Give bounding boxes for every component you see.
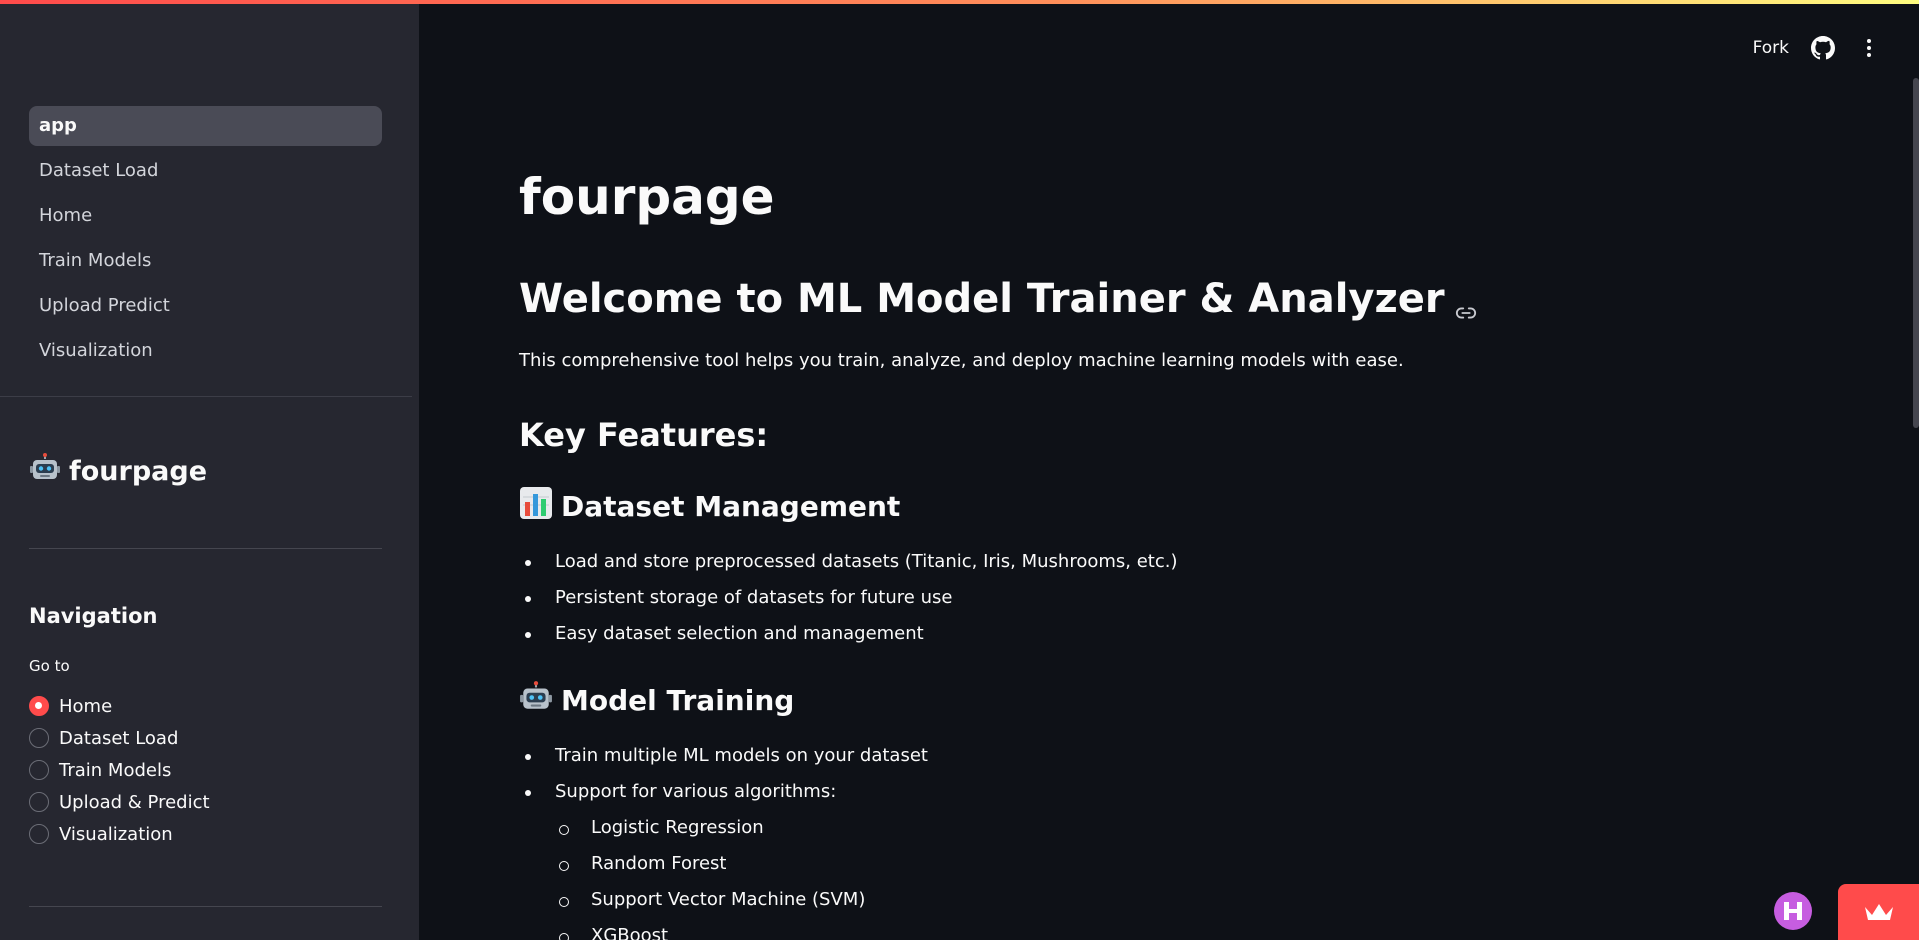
navigation-radio-group: Home Dataset Load Train Models Upload & … bbox=[29, 690, 210, 850]
radio-button[interactable] bbox=[29, 696, 49, 716]
radio-button[interactable] bbox=[29, 760, 49, 780]
page-nav-item-app[interactable]: app bbox=[29, 106, 382, 146]
main-scrollbar[interactable] bbox=[1913, 78, 1919, 428]
list-item: Easy dataset selection and management bbox=[519, 616, 1178, 652]
sidebar-title-text: fourpage bbox=[69, 456, 208, 487]
dataset-management-title: Dataset Management bbox=[561, 490, 901, 523]
welcome-heading: Welcome to ML Model Trainer & Analyzer bbox=[519, 276, 1477, 322]
radio-option-visualization[interactable]: Visualization bbox=[29, 818, 210, 850]
fork-button[interactable]: Fork bbox=[1753, 38, 1789, 58]
list-item: Train multiple ML models on your dataset bbox=[519, 738, 928, 774]
radio-button[interactable] bbox=[29, 728, 49, 748]
radio-button[interactable] bbox=[29, 792, 49, 812]
page-title: fourpage bbox=[519, 168, 775, 226]
github-icon[interactable] bbox=[1811, 36, 1835, 60]
welcome-heading-text: Welcome to ML Model Trainer & Analyzer bbox=[519, 276, 1445, 322]
algorithm-list-item: Logistic Regression bbox=[519, 810, 928, 846]
anchor-link-icon[interactable] bbox=[1455, 288, 1477, 319]
model-training-heading: Model Training bbox=[519, 680, 794, 721]
algorithm-list-item: XGBoost bbox=[519, 918, 928, 940]
radio-option-home[interactable]: Home bbox=[29, 690, 210, 722]
page-navigation: app Dataset Load Home Train Models Uploa… bbox=[29, 106, 382, 376]
top-decoration-stripe bbox=[0, 0, 1919, 4]
algorithm-list-item: Support Vector Machine (SVM) bbox=[519, 882, 928, 918]
robot-icon bbox=[29, 452, 61, 491]
bar-chart-icon bbox=[519, 486, 553, 527]
page-nav-item-home[interactable]: Home bbox=[29, 196, 382, 236]
algorithm-list-item: Random Forest bbox=[519, 846, 928, 882]
dataset-management-heading: Dataset Management bbox=[519, 486, 900, 527]
list-item: Load and store preprocessed datasets (Ti… bbox=[519, 544, 1178, 580]
radio-option-label: Dataset Load bbox=[59, 727, 179, 749]
navigation-heading: Navigation bbox=[29, 604, 158, 628]
sidebar-divider bbox=[29, 548, 382, 549]
page-nav-item-visualization[interactable]: Visualization bbox=[29, 331, 382, 371]
model-training-title: Model Training bbox=[561, 684, 795, 717]
radio-option-train-models[interactable]: Train Models bbox=[29, 754, 210, 786]
list-item: Persistent storage of datasets for futur… bbox=[519, 580, 1178, 616]
radio-option-upload-predict[interactable]: Upload & Predict bbox=[29, 786, 210, 818]
app-avatar-icon[interactable] bbox=[1774, 892, 1812, 930]
streamlit-crown-icon[interactable] bbox=[1838, 884, 1919, 940]
radio-group-label: Go to bbox=[29, 657, 70, 675]
intro-paragraph: This comprehensive tool helps you train,… bbox=[519, 350, 1404, 371]
sidebar-title: fourpage bbox=[29, 452, 207, 491]
radio-option-label: Upload & Predict bbox=[59, 791, 210, 813]
page-nav-item-dataset-load[interactable]: Dataset Load bbox=[29, 151, 382, 191]
dataset-feature-list: Load and store preprocessed datasets (Ti… bbox=[519, 544, 1178, 652]
radio-button[interactable] bbox=[29, 824, 49, 844]
radio-option-label: Visualization bbox=[59, 823, 173, 845]
list-item: Support for various algorithms: bbox=[519, 774, 928, 810]
key-features-heading: Key Features: bbox=[519, 416, 769, 454]
header-toolbar: Fork bbox=[1753, 34, 1919, 62]
page-nav-item-train-models[interactable]: Train Models bbox=[29, 241, 382, 281]
page-nav-separator bbox=[0, 396, 412, 397]
radio-option-dataset-load[interactable]: Dataset Load bbox=[29, 722, 210, 754]
robot-icon bbox=[519, 680, 553, 721]
kebab-menu-icon[interactable] bbox=[1857, 36, 1881, 60]
sidebar-divider bbox=[29, 906, 382, 907]
sidebar: app Dataset Load Home Train Models Uploa… bbox=[0, 0, 419, 940]
radio-option-label: Train Models bbox=[59, 759, 172, 781]
page-nav-item-upload-predict[interactable]: Upload Predict bbox=[29, 286, 382, 326]
training-feature-list: Train multiple ML models on your dataset… bbox=[519, 738, 928, 940]
radio-option-label: Home bbox=[59, 695, 113, 717]
